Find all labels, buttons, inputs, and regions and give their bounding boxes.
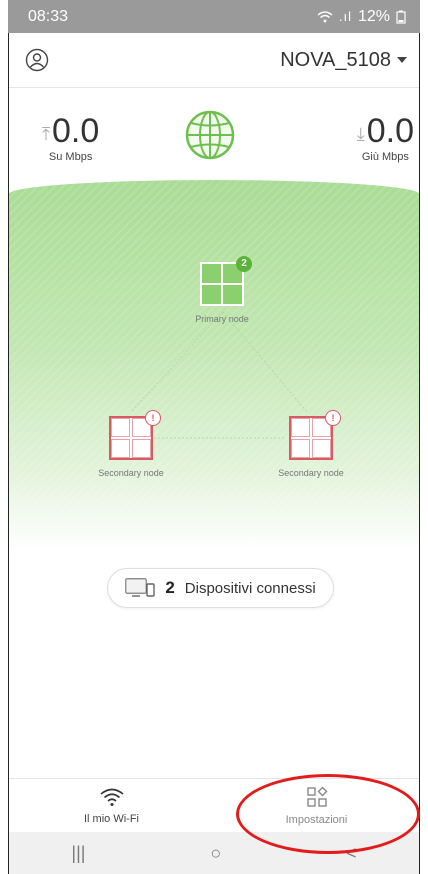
download-value: 0.0 — [366, 112, 414, 150]
devices-icon — [125, 578, 156, 597]
bottom-tab-bar: Il mio Wi-Fi Impostazioni — [9, 778, 419, 832]
primary-node-icon: 2 — [200, 256, 252, 306]
tab-settings-label: Impostazioni — [285, 813, 348, 826]
mesh-links — [130, 311, 308, 439]
connected-devices-button[interactable]: 2 Dispositivi connessi — [107, 568, 334, 608]
system-nav-bar: ||| ○ < — [9, 832, 419, 874]
upload-arrow-icon: ⤒ — [42, 124, 50, 144]
download-speed: ⤓ 0.0 Giù Mbps — [357, 113, 414, 163]
primary-node[interactable]: 2 Primary node — [167, 256, 277, 324]
network-selector[interactable]: NOVA_5108 — [280, 49, 407, 72]
internet-globe-icon[interactable] — [184, 109, 236, 161]
upload-unit: Su Mbps — [48, 151, 93, 163]
frame-border-right — [419, 33, 420, 874]
tab-my-wifi-label: Il mio Wi-Fi — [84, 812, 139, 825]
download-arrow-icon: ⤓ — [356, 124, 365, 144]
secondary-node-label: Secondary node — [278, 468, 344, 478]
wifi-status-icon — [317, 10, 333, 22]
alert-badge-icon: ! — [325, 410, 341, 426]
upload-speed: ⤒ 0.0 Su Mbps — [42, 113, 99, 163]
signal-icon: .ıl — [338, 9, 352, 24]
network-name: NOVA_5108 — [280, 48, 391, 71]
account-icon[interactable] — [25, 48, 49, 72]
wifi-icon — [99, 788, 124, 806]
tab-settings[interactable]: Impostazioni — [214, 779, 419, 832]
tab-my-wifi[interactable]: Il mio Wi-Fi — [9, 779, 214, 832]
status-bar: 08:33 .ıl 12% — [8, 0, 420, 33]
battery-percent: 12% — [357, 7, 390, 25]
secondary-node-label: Secondary node — [98, 468, 164, 478]
secondary-node-right[interactable]: ! Secondary node — [256, 410, 366, 478]
download-unit: Giù Mbps — [361, 151, 409, 163]
secondary-node-icon: ! — [289, 410, 341, 460]
recent-apps-button[interactable]: ||| — [71, 843, 85, 864]
home-button[interactable]: ○ — [210, 843, 221, 864]
upload-value: 0.0 — [51, 112, 100, 150]
alert-badge-icon: ! — [145, 410, 161, 426]
app-header: NOVA_5108 — [9, 33, 419, 88]
secondary-node-icon: ! — [109, 410, 161, 460]
status-icons: .ıl 12% — [317, 8, 406, 26]
devices-label: Dispositivi connessi — [184, 579, 316, 597]
back-button[interactable]: < — [346, 843, 357, 864]
status-time: 08:33 — [28, 7, 69, 25]
device-count: 2 — [165, 578, 175, 597]
secondary-node-left[interactable]: ! Secondary node — [76, 410, 186, 478]
battery-icon — [396, 10, 406, 24]
primary-node-label: Primary node — [195, 314, 249, 324]
primary-node-badge: 2 — [236, 256, 252, 272]
chevron-down-icon — [397, 57, 407, 63]
settings-grid-icon — [306, 786, 327, 807]
